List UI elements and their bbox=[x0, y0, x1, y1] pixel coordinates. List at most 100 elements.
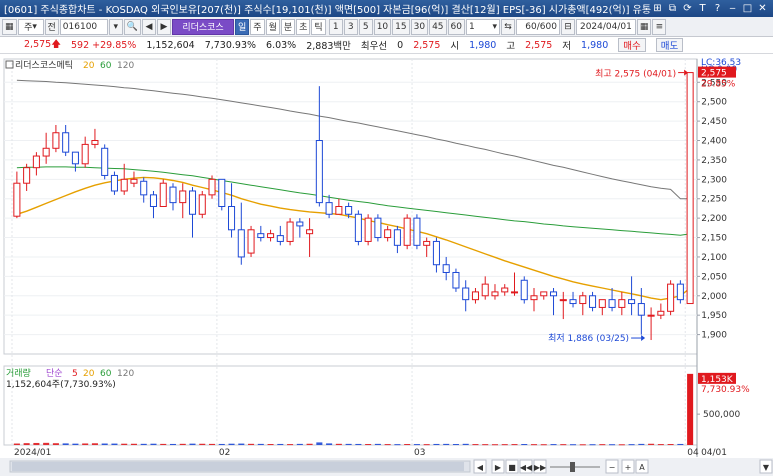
candle-body bbox=[618, 299, 626, 308]
volume-bar bbox=[169, 443, 177, 445]
interval-45-button[interactable]: 45 bbox=[429, 18, 447, 35]
interval-30-button[interactable]: 30 bbox=[410, 18, 429, 35]
candle-body bbox=[520, 279, 528, 301]
minimize-icon[interactable]: ‒ bbox=[726, 2, 739, 15]
volume-bar bbox=[423, 444, 430, 446]
code-dropdown-icon[interactable]: ▾ bbox=[108, 18, 123, 35]
settings-icon[interactable]: T bbox=[696, 2, 709, 15]
candle-body bbox=[228, 206, 236, 231]
prev-icon[interactable]: ◀ bbox=[142, 18, 157, 35]
interval-5-button[interactable]: 5 bbox=[358, 18, 373, 35]
apply-icon[interactable]: ⇆ bbox=[500, 18, 515, 35]
period-weekly-button[interactable]: 주 bbox=[250, 18, 265, 35]
candle-body bbox=[208, 178, 216, 196]
chart-area[interactable]: 1,900 1,950 2,000 2,050 2,100 2,150 2,200 2,250… bbox=[0, 54, 773, 476]
high-annotation: 최고 2,575 (04/01) bbox=[595, 69, 676, 80]
interval-15-button[interactable]: 15 bbox=[392, 18, 410, 35]
maximize-icon[interactable]: □ bbox=[741, 2, 754, 15]
candle-body bbox=[52, 132, 60, 149]
volume-bar bbox=[530, 444, 538, 446]
volume-bar bbox=[257, 443, 264, 445]
legend-ma-60: 60 bbox=[100, 61, 112, 71]
candle-body bbox=[81, 143, 89, 165]
grid-icon[interactable]: ▦ bbox=[2, 18, 17, 35]
price-tick-label: 2,500 bbox=[701, 98, 727, 108]
period-monthly-button[interactable]: 월 bbox=[265, 18, 280, 35]
candle-body bbox=[198, 194, 206, 215]
candle-body bbox=[667, 283, 675, 312]
interval-3-button[interactable]: 3 bbox=[343, 18, 358, 35]
period-minute-button[interactable]: 분 bbox=[280, 18, 296, 35]
volume-bar bbox=[121, 443, 128, 445]
candle-body bbox=[647, 314, 655, 317]
volume-bar bbox=[677, 443, 684, 445]
candle-body bbox=[140, 180, 148, 196]
interval-60-button[interactable]: 60 bbox=[447, 18, 465, 35]
period-second-button[interactable]: 초 bbox=[296, 18, 311, 35]
candle-body bbox=[579, 295, 587, 305]
candle-body bbox=[257, 233, 265, 239]
candle-body bbox=[101, 147, 109, 176]
open-label: 시 bbox=[450, 41, 460, 52]
count-select[interactable]: 1 ▾ bbox=[465, 18, 500, 35]
options-icon[interactable]: ≡ bbox=[652, 18, 667, 35]
candle-body bbox=[159, 182, 167, 207]
date-input[interactable]: 2024/04/01 bbox=[575, 18, 636, 35]
candle-body bbox=[569, 299, 577, 305]
turnover-ratio: 6.03% bbox=[266, 39, 297, 51]
volume-bar bbox=[345, 443, 352, 445]
zoom-icon[interactable]: ⊟ bbox=[560, 18, 575, 35]
candle-body bbox=[540, 291, 548, 297]
calendar-icon[interactable]: ▦ bbox=[636, 18, 652, 35]
candle-body bbox=[149, 194, 158, 208]
copy-window-icon[interactable]: ⧉ bbox=[666, 2, 679, 15]
volume-bar bbox=[452, 444, 459, 446]
bottom-control-label: + bbox=[625, 463, 632, 472]
help-icon[interactable]: ? bbox=[711, 2, 724, 15]
volume-bar bbox=[394, 444, 401, 446]
price-change: 592 +29.85% bbox=[70, 39, 137, 51]
candle-body bbox=[471, 291, 479, 301]
candle-body bbox=[501, 287, 509, 293]
volume-bar bbox=[267, 444, 274, 446]
sell-button[interactable]: 매도 bbox=[655, 38, 684, 52]
volume-bar bbox=[277, 443, 284, 445]
high-price: 2,575 bbox=[525, 39, 553, 51]
time-axis-label: 02 bbox=[219, 448, 230, 458]
volume-bar bbox=[199, 443, 206, 445]
buy-button[interactable]: 매수 bbox=[618, 38, 646, 52]
close-icon[interactable]: ✕ bbox=[756, 2, 769, 15]
candle-body bbox=[91, 140, 99, 145]
volume-bar bbox=[618, 444, 625, 446]
candle-body bbox=[589, 295, 597, 308]
pin-icon[interactable]: ⊞ bbox=[651, 2, 664, 15]
stock-name-box[interactable]: 리더스코스 bbox=[172, 18, 235, 35]
volume-legend-period-20: 20 bbox=[83, 369, 95, 379]
next-icon[interactable]: ▶ bbox=[157, 18, 172, 35]
candle-body bbox=[657, 310, 665, 316]
price-tick-label: 1,900 bbox=[701, 331, 727, 341]
mode-select[interactable]: 주 ▾ bbox=[17, 18, 44, 35]
search-icon[interactable]: 🔍 bbox=[123, 18, 142, 35]
volume-bar bbox=[365, 444, 372, 446]
candle-body bbox=[23, 167, 31, 184]
link-icon[interactable]: ⟳ bbox=[681, 2, 694, 15]
chart-toolbar: ▦ 주 ▾ 전 016100 ▾ 🔍 ◀ ▶ 리더스코스 일 주 월 분 초 틱 … bbox=[0, 17, 773, 37]
stock-code-input[interactable]: 016100 bbox=[59, 18, 108, 35]
low-label: 저 bbox=[562, 41, 572, 52]
volume-bar bbox=[43, 442, 50, 445]
candle-body bbox=[188, 190, 197, 215]
price-tick-label: 2,100 bbox=[701, 253, 727, 263]
period-daily-button[interactable]: 일 bbox=[235, 18, 250, 35]
time-axis-label: 04 bbox=[687, 448, 699, 458]
display-count-input[interactable]: 60/600 bbox=[515, 18, 560, 35]
time-axis-label: 2024/01 bbox=[14, 448, 51, 458]
interval-1-button[interactable]: 1 bbox=[328, 18, 343, 35]
period-tick-button[interactable]: 틱 bbox=[311, 18, 326, 35]
current-price-tag: 2,575 bbox=[701, 69, 727, 79]
bottom-control-label: ◀◀ bbox=[520, 463, 533, 472]
trade-amount: 2,883백만 bbox=[306, 41, 351, 52]
volume-bar bbox=[13, 443, 20, 445]
interval-10-button[interactable]: 10 bbox=[373, 18, 392, 35]
volume-bar bbox=[335, 443, 342, 445]
